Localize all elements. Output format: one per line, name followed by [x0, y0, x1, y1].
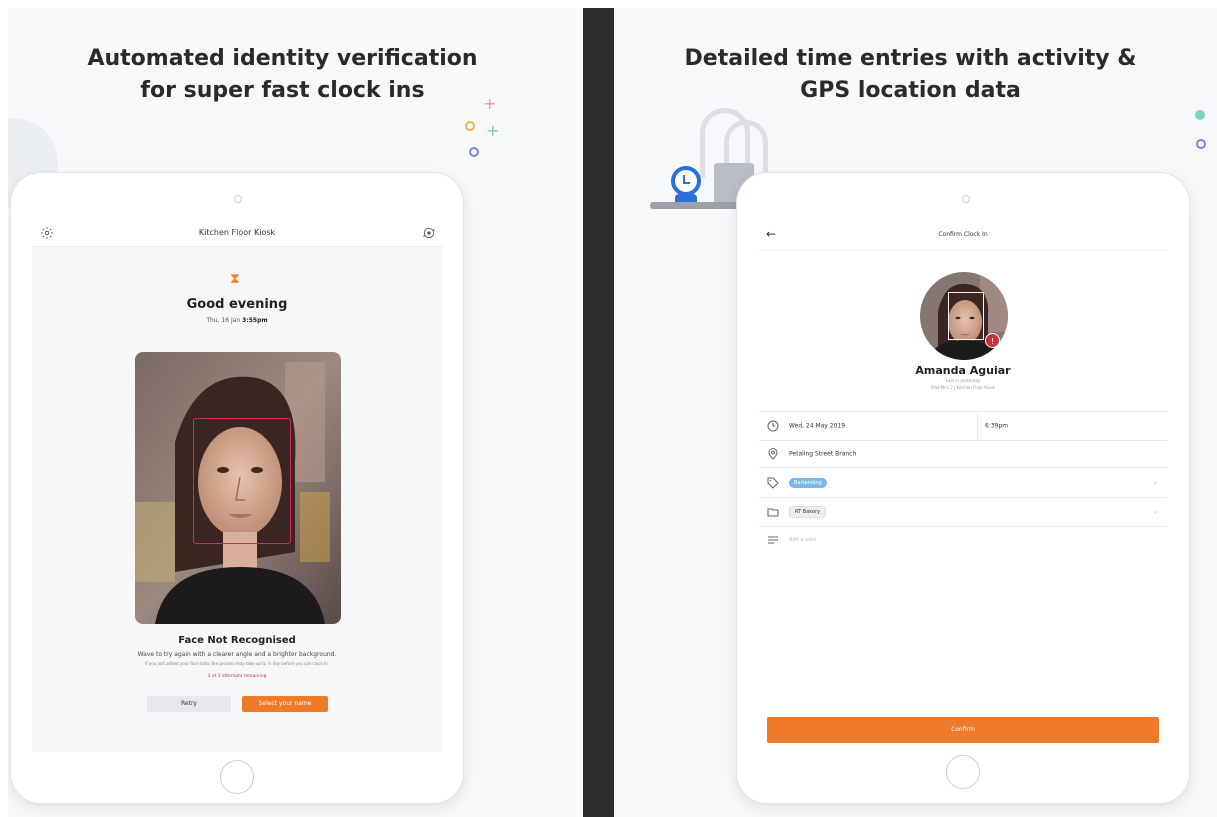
camera-dot [234, 195, 242, 203]
row-separator [977, 412, 978, 440]
confirm-button[interactable]: Confirm [767, 717, 1159, 743]
location-pin-icon [767, 448, 779, 460]
right-headline: Detailed time entries with activity & GP… [614, 43, 1212, 107]
note-lines-icon [767, 534, 779, 546]
camera-preview [135, 352, 341, 624]
right-headline-line2: GPS location data [800, 78, 1021, 103]
confirm-topbar: ← Confirm Clock In [759, 221, 1167, 251]
note-row[interactable]: Add a note [759, 526, 1167, 552]
select-your-name-button[interactable]: Select your name [242, 696, 328, 712]
status-message: Wave to try again with a clearer angle a… [137, 651, 337, 658]
kiosk-topbar: Kitchen Floor Kiosk [32, 221, 442, 247]
attempts-remaining: 3 of 3 attempts remaining [207, 674, 267, 679]
panel-divider [583, 8, 614, 817]
alert-badge-icon: ! [985, 333, 1000, 348]
kiosk-title: Kitchen Floor Kiosk [198, 228, 276, 237]
entry-time: 6:39pm [985, 422, 1009, 430]
activity-row[interactable]: Bartending › [759, 467, 1167, 497]
right-headline-line1: Detailed time entries with activity & [684, 46, 1137, 71]
tag-icon [767, 477, 779, 489]
right-panel: Detailed time entries with activity & GP… [614, 8, 1217, 817]
time-text: 3:55pm [242, 317, 268, 324]
user-name: Amanda Aguiar [915, 364, 1011, 377]
project-row[interactable]: RT Bakery › [759, 497, 1167, 526]
kiosk-screen: Kitchen Floor Kiosk ⧗ Good evening Thu, … [32, 221, 442, 752]
ring-sparkle-icon [1196, 139, 1206, 149]
left-headline-line1: Automated identity verification [87, 46, 478, 71]
plus-sparkle-icon: + [483, 94, 497, 113]
project-tag[interactable]: RT Bakery [789, 506, 827, 518]
status-hint: If you just added your face data, the pr… [145, 661, 329, 666]
camera-dot [962, 195, 970, 203]
home-button[interactable] [220, 760, 254, 794]
face-detection-box [948, 292, 984, 340]
tablet-frame: ← Confirm Clock In ! Amanda Aguiar Last … [737, 173, 1189, 803]
status-title: Face Not Recognised [178, 635, 296, 646]
date-text: Thu, 16 Jan [206, 317, 241, 324]
confirm-title: Confirm Clock In [938, 231, 988, 238]
note-input[interactable]: Add a note [789, 537, 816, 543]
date-time: Thu, 16 Jan 3:55pm [32, 317, 442, 324]
home-button[interactable] [946, 755, 980, 789]
chevron-right-icon: › [1153, 507, 1157, 517]
dot-sparkle-icon [1195, 110, 1205, 120]
activity-tag[interactable]: Bartending [789, 477, 827, 488]
folder-icon [767, 506, 779, 518]
greeting: Good evening [186, 297, 288, 312]
face-detection-box [193, 418, 291, 544]
hourglass-icon: ⧗ [230, 271, 240, 287]
location-row[interactable]: Petaling Street Branch [759, 440, 1167, 467]
confirm-screen: ← Confirm Clock In ! Amanda Aguiar Last … [759, 221, 1167, 751]
tablet-frame: Kitchen Floor Kiosk ⧗ Good evening Thu, … [11, 173, 463, 803]
marketing-composite: Automated identity verification for supe… [0, 0, 1217, 817]
retry-button[interactable]: Retry [147, 696, 231, 712]
clock-icon [671, 166, 701, 196]
user-last-seen: Last in yesterday [945, 378, 981, 383]
chevron-right-icon: › [1153, 478, 1157, 487]
entry-date: Wed, 24 May 2019 [789, 422, 846, 430]
location-text: Petaling Street Branch [789, 450, 857, 458]
left-panel: Automated identity verification for supe… [8, 8, 581, 817]
user-device: iPad Mini 2 | Kitchen Floor Kiosk [931, 385, 995, 390]
clock-icon [767, 420, 779, 432]
plus-sparkle-icon: + [486, 121, 500, 140]
date-time-row[interactable]: Wed, 24 May 2019 6:39pm [759, 411, 1167, 440]
switch-camera-icon[interactable] [422, 225, 436, 244]
ring-sparkle-icon [469, 147, 479, 157]
ring-sparkle-icon [465, 121, 475, 131]
